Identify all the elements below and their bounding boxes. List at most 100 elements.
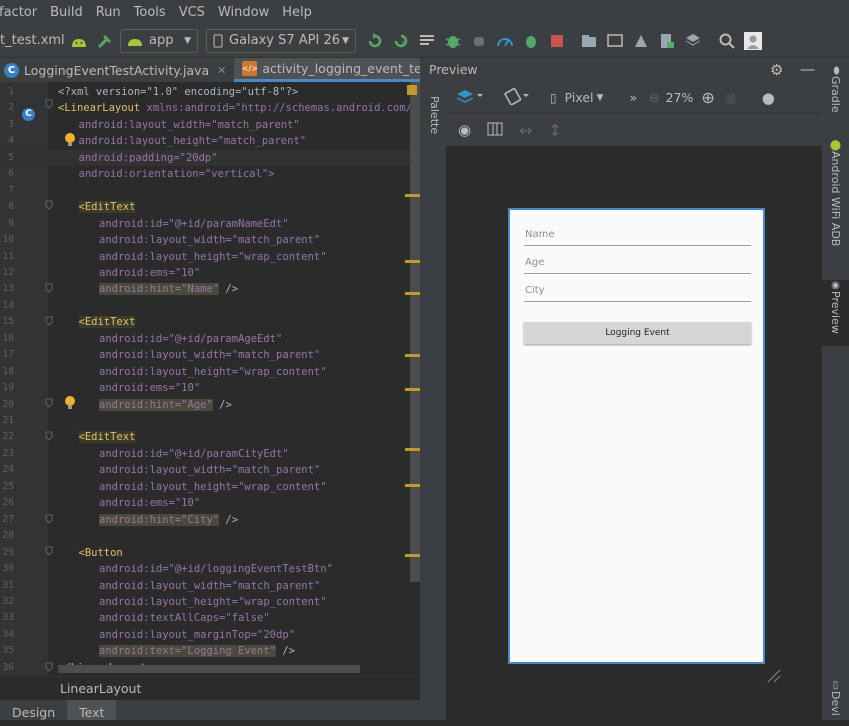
attach-debugger-icon[interactable] bbox=[468, 30, 490, 52]
code-line[interactable]: 12 android:ems="10" bbox=[0, 265, 420, 282]
build-hammer-icon[interactable] bbox=[94, 30, 116, 52]
sdk-manager-icon[interactable] bbox=[630, 30, 652, 52]
device-tool-tab[interactable]: ▯ Devi bbox=[822, 680, 849, 720]
fold-marker-icon[interactable] bbox=[45, 546, 53, 556]
resize-handle-icon[interactable] bbox=[766, 668, 782, 688]
menu-refactor[interactable]: factor bbox=[0, 5, 37, 20]
eye-icon[interactable]: ◉ bbox=[458, 121, 471, 139]
horizontal-resize-icon[interactable]: ↔ bbox=[519, 121, 532, 140]
search-icon[interactable] bbox=[716, 30, 738, 52]
warning-icon[interactable]: ● bbox=[762, 89, 775, 107]
menu-run[interactable]: Run bbox=[96, 5, 121, 20]
device-select[interactable]: Pixel bbox=[565, 90, 594, 105]
code-line[interactable]: 17 android:layout_width="match_parent" bbox=[0, 347, 420, 364]
code-line[interactable]: 25 android:layout_height="wrap_content" bbox=[0, 479, 420, 496]
class-icon[interactable]: C bbox=[22, 101, 40, 121]
android-icon[interactable] bbox=[68, 30, 90, 52]
error-stripe-marker[interactable] bbox=[405, 484, 420, 487]
code-line[interactable]: 32 android:layout_height="wrap_content" bbox=[0, 594, 420, 611]
code-line[interactable]: 33 android:textAllCaps="false" bbox=[0, 610, 420, 627]
fold-marker-icon[interactable] bbox=[45, 316, 53, 326]
code-line[interactable]: 22 <EditText bbox=[0, 429, 420, 446]
apply-changes-icon[interactable] bbox=[364, 30, 386, 52]
menu-vcs[interactable]: VCS bbox=[179, 5, 205, 20]
orientation-icon[interactable] bbox=[504, 87, 532, 108]
name-field[interactable]: Name bbox=[524, 226, 751, 246]
error-stripe-marker[interactable] bbox=[405, 354, 420, 357]
intention-bulb-icon[interactable] bbox=[64, 395, 76, 414]
device-file-explorer-icon[interactable] bbox=[656, 30, 678, 52]
error-stripe-marker[interactable] bbox=[405, 388, 420, 391]
logging-event-button[interactable]: Logging Event bbox=[524, 322, 751, 344]
code-line[interactable]: 24 android:layout_width="match_parent" bbox=[0, 462, 420, 479]
user-avatar-icon[interactable] bbox=[742, 30, 764, 52]
fold-marker-icon[interactable] bbox=[45, 514, 53, 524]
menu-tools[interactable]: Tools bbox=[134, 5, 166, 20]
code-line[interactable]: 28 bbox=[0, 528, 420, 545]
tab-text[interactable]: Text bbox=[67, 700, 117, 720]
zoom-in-icon[interactable]: ⊕ bbox=[701, 88, 714, 107]
close-icon[interactable]: ✕ bbox=[217, 64, 226, 77]
code-line[interactable]: 7 bbox=[0, 183, 420, 200]
code-line[interactable]: 11 android:layout_height="wrap_content" bbox=[0, 249, 420, 266]
sync-project-icon[interactable] bbox=[578, 30, 600, 52]
run-config-select[interactable]: app ▼ bbox=[120, 28, 198, 53]
stop-icon[interactable] bbox=[546, 30, 568, 52]
device-select[interactable]: Galaxy S7 API 26 ▼ bbox=[206, 28, 356, 53]
tab-java-file[interactable]: C LoggingEventTestActivity.java ✕ bbox=[0, 58, 234, 82]
code-line[interactable]: 3 android:layout_width="match_parent" bbox=[0, 117, 420, 134]
menu-help[interactable]: Help bbox=[282, 5, 312, 20]
tab-xml-file[interactable]: </> activity_logging_event_test.xml ≡ bbox=[234, 58, 450, 82]
code-line[interactable]: 1 <?xml version="1.0" encoding="utf-8"?> bbox=[0, 84, 420, 101]
more-chevrons-icon[interactable]: » bbox=[629, 90, 637, 105]
code-line[interactable]: 23 android:id="@+id/paramCityEdt" bbox=[0, 446, 420, 463]
error-stripe-marker[interactable] bbox=[405, 194, 420, 197]
debug-run-icon[interactable] bbox=[520, 30, 542, 52]
code-line[interactable]: 2 <LinearLayout xmlns:android="http://sch… bbox=[0, 100, 420, 117]
project-structure-icon[interactable] bbox=[682, 30, 704, 52]
code-line[interactable]: 10 android:layout_width="match_parent" bbox=[0, 232, 420, 249]
fold-marker-icon[interactable] bbox=[45, 200, 53, 210]
code-line[interactable]: 29 <Button bbox=[0, 545, 420, 562]
profiler-icon[interactable] bbox=[494, 30, 516, 52]
code-line[interactable]: 20 android:hint="Age" /> bbox=[0, 397, 420, 414]
code-line[interactable]: 14 bbox=[0, 298, 420, 315]
code-line[interactable]: 8 <EditText bbox=[0, 199, 420, 216]
code-line[interactable]: 21 bbox=[0, 413, 420, 430]
error-stripe-marker[interactable] bbox=[405, 448, 420, 451]
zoom-out-icon[interactable]: ⊖ bbox=[649, 90, 659, 105]
device-screen[interactable]: Name Age City Logging Event bbox=[508, 208, 765, 664]
code-line[interactable]: 9 android:id="@+id/paramNameEdt" bbox=[0, 216, 420, 233]
code-line[interactable]: 35 android:text="Logging Event" /> bbox=[0, 643, 420, 660]
code-line[interactable]: 13 android:hint="Name" /> bbox=[0, 281, 420, 298]
vertical-resize-icon[interactable]: ↕ bbox=[549, 121, 562, 140]
palette-tab[interactable]: Palette bbox=[428, 96, 441, 134]
city-field[interactable]: City bbox=[524, 282, 751, 302]
current-file-label[interactable]: t_test.xml bbox=[0, 33, 68, 48]
error-stripe-marker[interactable] bbox=[405, 554, 420, 557]
apply-code-changes-icon[interactable]: a bbox=[390, 30, 412, 52]
fold-marker-icon[interactable] bbox=[45, 398, 53, 408]
code-line[interactable]: 27 android:hint="City" /> bbox=[0, 512, 420, 529]
breadcrumb[interactable]: LinearLayout bbox=[0, 676, 420, 700]
error-stripe-marker[interactable] bbox=[405, 292, 420, 295]
code-line[interactable]: 26 android:ems="10" bbox=[0, 495, 420, 512]
debug-bug-icon[interactable] bbox=[442, 30, 464, 52]
horizontal-scrollbar[interactable] bbox=[58, 665, 360, 673]
minimize-icon[interactable]: — bbox=[800, 57, 815, 81]
wifi-adb-tool-tab[interactable]: ⬤ Android WiFi ADB bbox=[822, 140, 849, 270]
columns-icon[interactable] bbox=[487, 121, 503, 140]
fold-marker-icon[interactable] bbox=[45, 283, 53, 293]
avd-manager-icon[interactable] bbox=[604, 30, 626, 52]
code-line[interactable]: 30 android:id="@+id/loggingEventTestBtn" bbox=[0, 561, 420, 578]
fold-marker-icon[interactable] bbox=[45, 662, 53, 672]
preview-tool-tab[interactable]: ◉ Preview bbox=[822, 280, 849, 346]
layers-icon[interactable] bbox=[456, 88, 484, 107]
gear-icon[interactable]: ⚙ bbox=[770, 58, 783, 82]
chevron-down-icon[interactable]: ▼ bbox=[597, 93, 604, 103]
code-editor[interactable]: 1 <?xml version="1.0" encoding="utf-8"?> 2… bbox=[0, 82, 420, 676]
logcat-icon[interactable] bbox=[416, 30, 438, 52]
code-line[interactable]: 31 android:layout_width="match_parent" bbox=[0, 578, 420, 595]
code-line[interactable]: 6 android:orientation="vertical"> bbox=[0, 166, 420, 183]
code-line[interactable]: 5 android:padding="20dp" bbox=[0, 149, 420, 167]
